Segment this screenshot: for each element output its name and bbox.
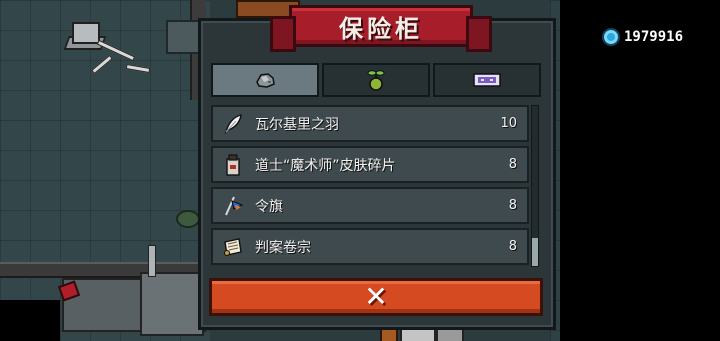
tab-seeds[interactable] [322, 63, 430, 97]
item-name: 道士“魔术师”皮肤碎片 [255, 157, 396, 174]
tab-tickets[interactable] [433, 63, 541, 97]
list-scrollbar[interactable] [531, 105, 539, 267]
safe-box-dialog: 保险柜 瓦尔基里之羽 10 道士“魔术师”皮肤碎片 8 令旗 8 判案卷宗 8 … [198, 5, 556, 330]
tab-materials[interactable] [211, 63, 319, 97]
skin-shard-icon [219, 151, 247, 179]
item-count: 8 [508, 157, 517, 172]
ticket-icon [472, 72, 502, 88]
list-item[interactable]: 瓦尔基里之羽 10 [211, 105, 529, 142]
gem-icon [602, 28, 620, 46]
close-icon: ✕ [364, 280, 388, 313]
currency-value: 1979916 [624, 29, 684, 45]
title-banner: 保险柜 [270, 5, 492, 52]
item-count: 8 [508, 239, 517, 254]
category-tabs [211, 63, 541, 97]
computer-monitor [72, 22, 100, 44]
item-list[interactable]: 瓦尔基里之羽 10 道士“魔术师”皮肤碎片 8 令旗 8 判案卷宗 8 [211, 105, 529, 267]
item-name: 瓦尔基里之羽 [255, 116, 339, 133]
dark-corner [0, 300, 60, 341]
dialog-title: 保险柜 [339, 14, 423, 43]
flag-icon [219, 192, 247, 220]
scroll-thumb[interactable] [532, 238, 538, 266]
feather-icon [219, 110, 247, 138]
pipe [148, 245, 156, 277]
currency-display: 1979916 [602, 28, 683, 46]
scroll-icon [219, 233, 247, 261]
lab-counter [140, 272, 204, 336]
ore-icon [254, 72, 276, 88]
turtle-creature [176, 210, 200, 228]
seedling-icon [366, 69, 386, 91]
item-count: 10 [500, 116, 517, 131]
item-name: 判案卷宗 [255, 239, 311, 256]
list-item[interactable]: 道士“魔术师”皮肤碎片 8 [211, 146, 529, 183]
close-button[interactable]: ✕ [209, 278, 543, 316]
list-item[interactable]: 判案卷宗 8 [211, 228, 529, 265]
item-count: 8 [508, 198, 517, 213]
list-item[interactable]: 令旗 8 [211, 187, 529, 224]
dark-area [560, 0, 720, 341]
item-name: 令旗 [255, 198, 283, 215]
